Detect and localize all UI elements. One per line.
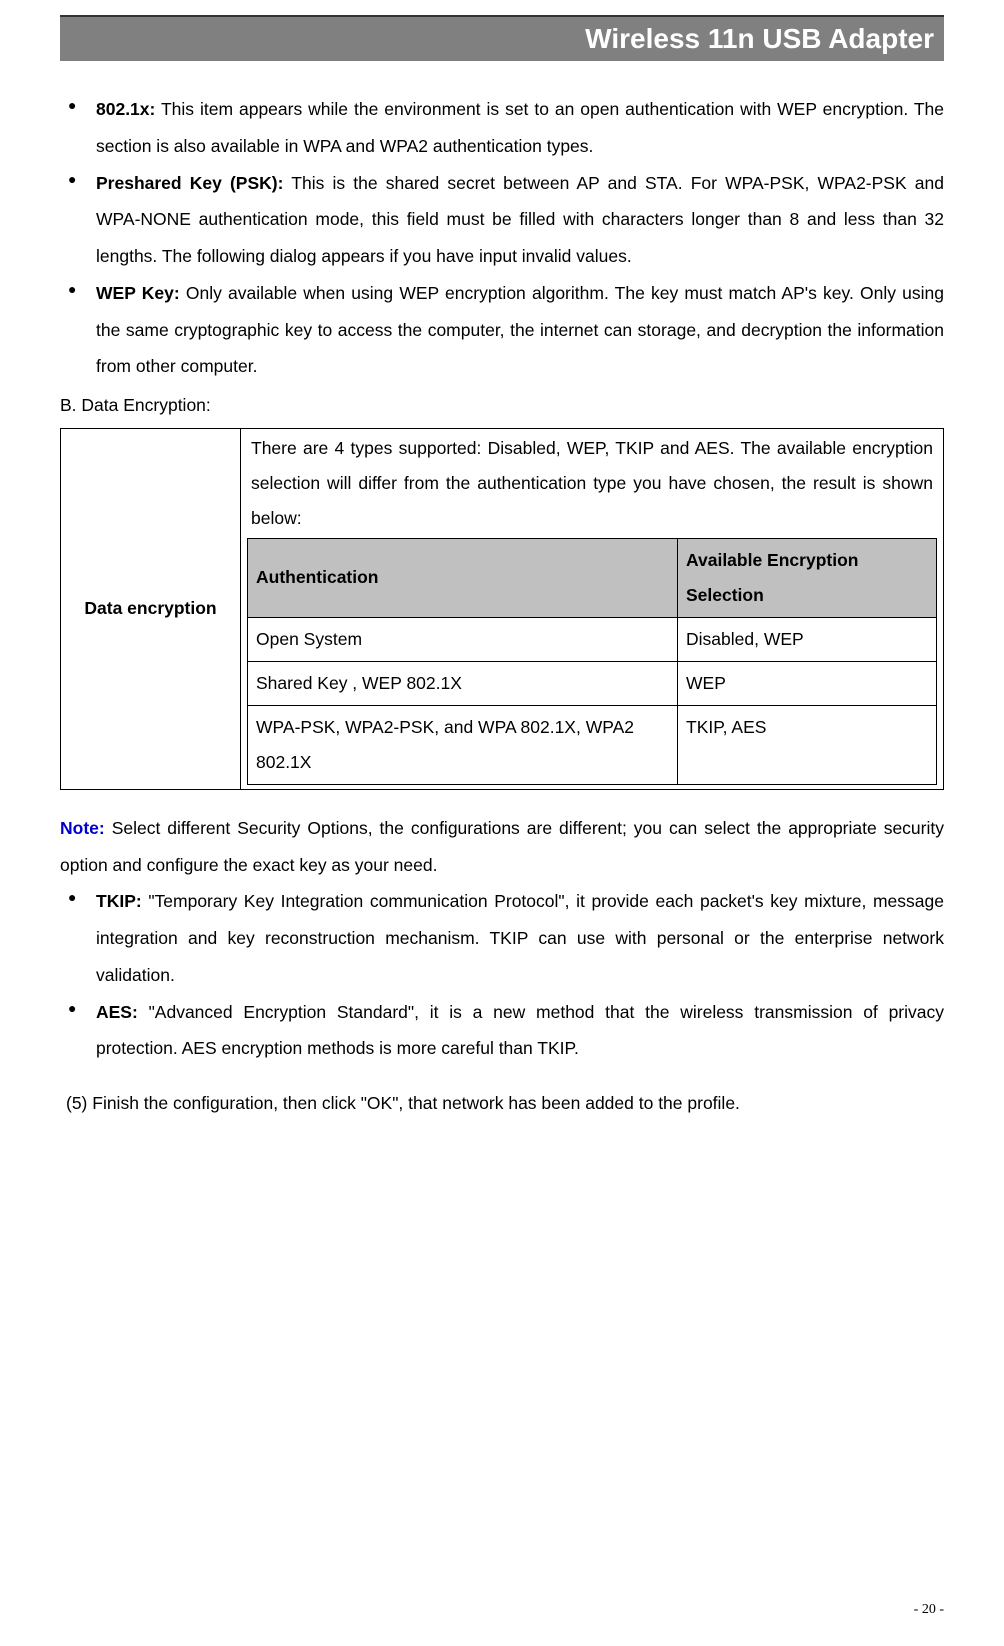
table-row: Open System Disabled, WEP (248, 617, 937, 661)
data-encryption-table: Data encryption There are 4 types suppor… (60, 428, 944, 790)
bullet-label: Preshared Key (PSK): (96, 173, 283, 193)
auth-cell: WPA-PSK, WPA2-PSK, and WPA 802.1X, WPA2 … (248, 705, 678, 784)
bullet-label: 802.1x: (96, 99, 155, 119)
bullet-label: AES: (96, 1002, 138, 1022)
authentication-encryption-table: Authentication Available Encryption Sele… (247, 538, 937, 785)
bullet-item-aes: AES: "Advanced Encryption Standard", it … (60, 994, 944, 1068)
auth-cell: Open System (248, 617, 678, 661)
enc-cell: WEP (678, 661, 937, 705)
page-number: - 20 - (914, 1602, 944, 1618)
bullet-item-tkip: TKIP: "Temporary Key Integration communi… (60, 883, 944, 993)
bullet-text: "Temporary Key Integration communication… (96, 891, 944, 985)
bullet-list-2: TKIP: "Temporary Key Integration communi… (60, 883, 944, 1067)
bullet-text: "Advanced Encryption Standard", it is a … (96, 1002, 944, 1059)
bullet-text: Only available when using WEP encryption… (96, 283, 944, 377)
bullet-item-psk: Preshared Key (PSK): This is the shared … (60, 165, 944, 275)
table-row: Data encryption There are 4 types suppor… (61, 428, 944, 789)
enc-cell: Disabled, WEP (678, 617, 937, 661)
note-text: Select different Security Options, the c… (60, 818, 944, 875)
document-content: 802.1x: This item appears while the envi… (0, 61, 1004, 1122)
section-b-heading: B. Data Encryption: (60, 387, 944, 424)
bullet-text: This item appears while the environment … (96, 99, 944, 156)
table-row: WPA-PSK, WPA2-PSK, and WPA 802.1X, WPA2 … (248, 705, 937, 784)
finish-instruction: (5) Finish the configuration, then click… (60, 1085, 944, 1122)
bullet-item-802-1x: 802.1x: This item appears while the envi… (60, 91, 944, 165)
bullet-label: TKIP: (96, 891, 142, 911)
note-section: Note: Select different Security Options,… (60, 810, 944, 884)
header-authentication: Authentication (248, 538, 678, 617)
bullet-label: WEP Key: (96, 283, 180, 303)
table-header-row: Authentication Available Encryption Sele… (248, 538, 937, 617)
header-encryption: Available Encryption Selection (678, 538, 937, 617)
data-encryption-content: There are 4 types supported: Disabled, W… (241, 428, 944, 789)
document-header: Wireless 11n USB Adapter (60, 15, 944, 61)
header-title: Wireless 11n USB Adapter (585, 23, 934, 54)
bullet-item-wep-key: WEP Key: Only available when using WEP e… (60, 275, 944, 385)
data-encryption-label: Data encryption (61, 428, 241, 789)
note-label: Note: (60, 818, 105, 838)
table-row: Shared Key , WEP 802.1X WEP (248, 661, 937, 705)
auth-cell: Shared Key , WEP 802.1X (248, 661, 678, 705)
encryption-description: There are 4 types supported: Disabled, W… (247, 431, 937, 536)
bullet-list-1: 802.1x: This item appears while the envi… (60, 91, 944, 385)
enc-cell: TKIP, AES (678, 705, 937, 784)
